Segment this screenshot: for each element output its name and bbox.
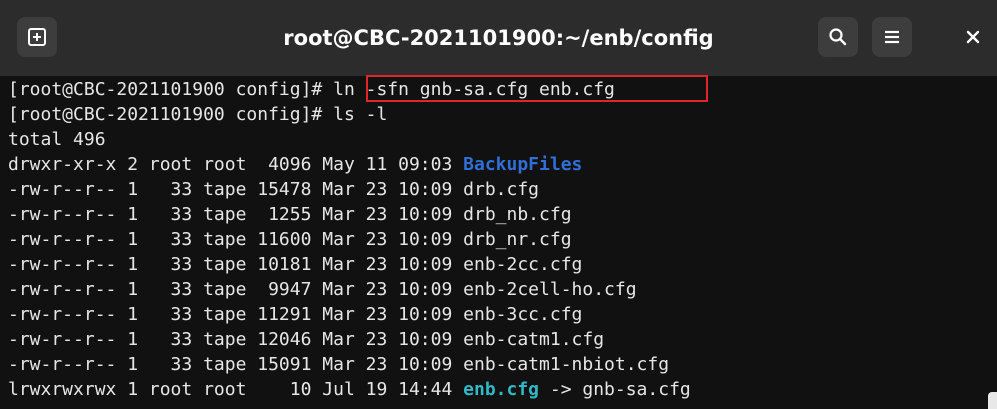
shell-prompt: [root@CBC-2021101900 config]# bbox=[8, 104, 334, 125]
window-title: root@CBC-2021101900:~/enb/config bbox=[283, 26, 714, 50]
file-name: enb-catm1-nbiot.cfg bbox=[463, 354, 670, 375]
directory-name: BackupFiles bbox=[463, 154, 583, 175]
file-meta: -rw-r--r-- 1 33 tape 15091 Mar 23 10:09 bbox=[8, 354, 464, 375]
terminal-line: -rw-r--r-- 1 33 tape 1255 Mar 23 10:09 d… bbox=[8, 202, 572, 227]
file-name: enb-2cell-ho.cfg bbox=[463, 279, 637, 300]
close-icon bbox=[966, 29, 980, 48]
title-bar: root@CBC-2021101900:~/enb/config bbox=[0, 0, 997, 76]
hamburger-menu-icon bbox=[883, 29, 901, 45]
new-tab-icon bbox=[27, 27, 47, 47]
file-meta: -rw-r--r-- 1 33 tape 15478 Mar 23 10:09 bbox=[8, 179, 464, 200]
file-name: enb-3cc.cfg bbox=[463, 304, 583, 325]
symlink-target: gnb-sa.cfg bbox=[582, 379, 691, 400]
file-name: drb.cfg bbox=[463, 179, 540, 200]
terminal-output[interactable]: [root@CBC-2021101900 config]# ln -sfn gn… bbox=[0, 76, 997, 409]
shell-prompt: [root@CBC-2021101900 config]# bbox=[8, 79, 334, 100]
close-button[interactable] bbox=[960, 25, 986, 51]
symlink-arrow: -> bbox=[539, 379, 583, 400]
menu-button[interactable] bbox=[872, 17, 912, 57]
terminal-line: -rw-r--r-- 1 33 tape 11291 Mar 23 10:09 … bbox=[8, 302, 582, 327]
symlink-name: enb.cfg bbox=[463, 379, 540, 400]
file-meta: lrwxrwxrwx 1 root root 10 Jul 19 14:44 bbox=[8, 379, 464, 400]
terminal-line: [root@CBC-2021101900 config]# ls -l bbox=[8, 102, 387, 127]
file-name: drb_nr.cfg bbox=[463, 229, 572, 250]
new-tab-button[interactable] bbox=[17, 17, 57, 57]
file-meta: -rw-r--r-- 1 33 tape 11600 Mar 23 10:09 bbox=[8, 229, 464, 250]
terminal-line: -rw-r--r-- 1 33 tape 9947 Mar 23 10:09 e… bbox=[8, 277, 637, 302]
file-name: drb_nb.cfg bbox=[463, 204, 572, 225]
search-button[interactable] bbox=[818, 17, 858, 57]
command-highlight-box bbox=[366, 75, 708, 102]
terminal-line: lrwxrwxrwx 1 root root 10 Jul 19 14:44 e… bbox=[8, 377, 691, 402]
scrollbar-thumb[interactable] bbox=[988, 392, 997, 409]
file-meta: -rw-r--r-- 1 33 tape 9947 Mar 23 10:09 bbox=[8, 279, 464, 300]
terminal-line: total 496 bbox=[8, 129, 106, 150]
file-meta: -rw-r--r-- 1 33 tape 10181 Mar 23 10:09 bbox=[8, 254, 464, 275]
terminal-line: drwxr-xr-x 2 root root 4096 May 11 09:03… bbox=[8, 152, 582, 177]
file-name: enb-catm1.cfg bbox=[463, 329, 605, 350]
terminal-line: -rw-r--r-- 1 33 tape 10181 Mar 23 10:09 … bbox=[8, 252, 582, 277]
terminal-line: -rw-r--r-- 1 33 tape 15091 Mar 23 10:09 … bbox=[8, 352, 669, 377]
file-meta: -rw-r--r-- 1 33 tape 1255 Mar 23 10:09 bbox=[8, 204, 464, 225]
search-icon bbox=[828, 27, 848, 47]
terminal-line: -rw-r--r-- 1 33 tape 11600 Mar 23 10:09 … bbox=[8, 227, 572, 252]
file-meta: -rw-r--r-- 1 33 tape 12046 Mar 23 10:09 bbox=[8, 329, 464, 350]
file-name: enb-2cc.cfg bbox=[463, 254, 583, 275]
file-meta: drwxr-xr-x 2 root root 4096 May 11 09:03 bbox=[8, 154, 464, 175]
command-text: ls -l bbox=[333, 104, 388, 125]
terminal-line: -rw-r--r-- 1 33 tape 15478 Mar 23 10:09 … bbox=[8, 177, 539, 202]
terminal-line: -rw-r--r-- 1 33 tape 12046 Mar 23 10:09 … bbox=[8, 327, 604, 352]
file-meta: -rw-r--r-- 1 33 tape 11291 Mar 23 10:09 bbox=[8, 304, 464, 325]
